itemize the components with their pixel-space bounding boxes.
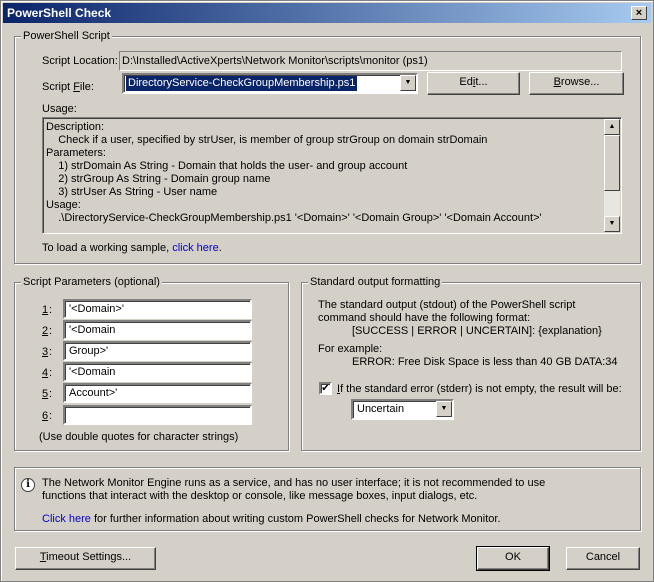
browse-button[interactable]: Browse...: [529, 72, 624, 95]
info-icon: i: [21, 478, 35, 492]
chevron-down-icon[interactable]: ▼: [400, 75, 416, 91]
param-label-4: 4: [42, 367, 49, 379]
param-input-2[interactable]: '<Domain: [63, 320, 252, 340]
window-title: PowerShell Check: [7, 6, 112, 20]
usage-line: 2) strGroup As String - Domain group nam…: [46, 173, 271, 185]
load-sample-text: To load a working sample, click here.: [42, 242, 222, 254]
usage-line: 3) strUser As String - User name: [46, 186, 218, 198]
scroll-thumb[interactable]: [604, 135, 620, 191]
param-input-4[interactable]: '<Domain: [63, 362, 252, 382]
info-line2: functions that interact with the desktop…: [42, 490, 478, 502]
usage-line: .\DirectoryService-CheckGroupMembership.…: [46, 212, 542, 224]
param-input-5[interactable]: Account>': [63, 383, 252, 403]
output-format: [SUCCESS | ERROR | UNCERTAIN]: {explanat…: [352, 325, 602, 337]
ok-button[interactable]: OK: [476, 546, 550, 571]
chevron-down-icon[interactable]: ▼: [436, 401, 452, 417]
example-label: For example:: [318, 343, 383, 355]
params-note: (Use double quotes for character strings…: [39, 431, 239, 443]
info-line1: The Network Monitor Engine runs as a ser…: [42, 477, 546, 489]
param-label-1: 1: [42, 304, 49, 316]
script-file-value: DirectoryService-CheckGroupMembership.ps…: [126, 76, 358, 91]
usage-textarea[interactable]: Description: Check if a user, specified …: [42, 117, 622, 234]
script-location-label: Script Location:: [42, 55, 118, 67]
info-line3: Click here for further information about…: [42, 513, 501, 525]
edit-button[interactable]: Edit...: [427, 72, 520, 95]
param-label-5: 5: [42, 388, 49, 400]
scroll-down-icon[interactable]: ▼: [604, 216, 620, 232]
usage-line: Parameters:: [46, 147, 106, 159]
info-box: i The Network Monitor Engine runs as a s…: [14, 467, 641, 531]
stderr-checkbox[interactable]: ✔: [319, 382, 332, 395]
param-label-6: 6: [42, 410, 49, 422]
usage-label: Usage:: [42, 103, 77, 115]
param-input-3[interactable]: Group>': [63, 341, 252, 361]
timeout-settings-button[interactable]: Timeout Settings...: [15, 547, 156, 570]
script-location-field: D:\Installed\ActiveXperts\Network Monito…: [119, 51, 622, 71]
usage-line: Description:: [46, 121, 105, 133]
script-group-title: PowerShell Script: [21, 29, 112, 43]
cancel-button[interactable]: Cancel: [566, 547, 640, 570]
usage-line: Usage:: [46, 199, 81, 211]
example-text: ERROR: Free Disk Space is less than 40 G…: [352, 356, 618, 368]
usage-scrollbar[interactable]: ▲ ▼: [604, 119, 620, 232]
script-file-select[interactable]: DirectoryService-CheckGroupMembership.ps…: [122, 73, 418, 94]
powershell-check-dialog: PowerShell Check × PowerShell Script Scr…: [0, 0, 654, 582]
result-select[interactable]: Uncertain ▼: [351, 399, 454, 420]
param-input-6[interactable]: [63, 405, 252, 425]
title-bar: PowerShell Check ×: [3, 3, 651, 23]
param-label-3: 3: [42, 346, 49, 358]
params-group-title: Script Parameters (optional): [21, 275, 162, 289]
output-desc-line2: command should have the following format…: [318, 312, 531, 324]
output-group: Standard output formatting The standard …: [301, 275, 641, 451]
param-label-2: 2: [42, 325, 49, 337]
stderr-label: If the standard error (stderr) is not em…: [337, 383, 622, 395]
output-desc-line1: The standard output (stdout) of the Powe…: [318, 299, 576, 311]
info-link[interactable]: Click here: [42, 513, 91, 525]
param-input-1[interactable]: '<Domain>': [63, 299, 252, 319]
usage-line: Check if a user, specified by strUser, i…: [46, 134, 488, 146]
usage-line: 1) strDomain As String - Domain that hol…: [46, 160, 408, 172]
result-value: Uncertain: [357, 403, 405, 415]
output-group-title: Standard output formatting: [308, 275, 443, 289]
scroll-up-icon[interactable]: ▲: [604, 119, 620, 135]
load-sample-link[interactable]: click here: [172, 242, 218, 254]
script-file-label: Script File:: [42, 81, 94, 93]
script-group: PowerShell Script Script Location: D:\In…: [14, 29, 641, 264]
params-group: Script Parameters (optional) 1: '<Domain…: [14, 275, 289, 451]
close-icon[interactable]: ×: [631, 6, 647, 20]
